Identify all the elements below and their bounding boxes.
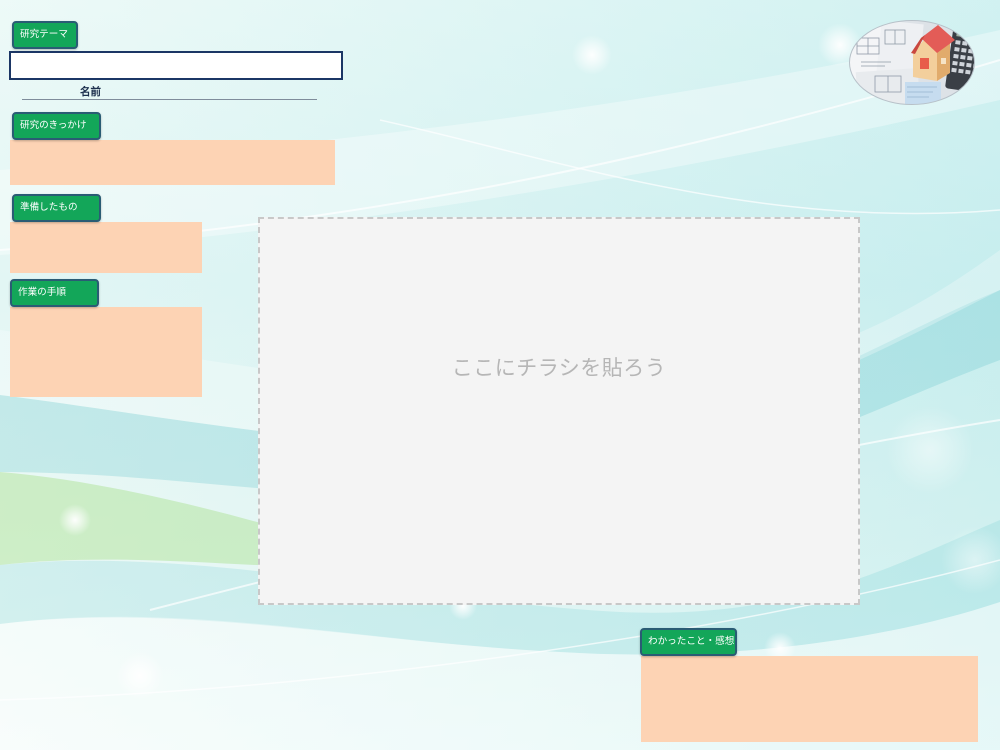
motivation-field[interactable] — [10, 140, 335, 185]
poster-canvas: 研究テーマ 名前 研究のきっかけ 準備したもの 作業の手順 ここにチラシを貼ろう… — [0, 0, 1000, 750]
motivation-label: 研究のきっかけ — [12, 112, 101, 140]
house-and-calculator-photo — [849, 20, 975, 105]
theme-input[interactable] — [9, 51, 343, 80]
flyer-placeholder-text: ここにチラシを貼ろう — [451, 356, 667, 380]
procedure-label: 作業の手順 — [10, 279, 99, 307]
name-field[interactable] — [22, 98, 317, 100]
materials-label: 準備したもの — [12, 194, 101, 222]
materials-field[interactable] — [10, 222, 202, 273]
flyer-dropzone[interactable]: ここにチラシを貼ろう — [258, 217, 860, 605]
findings-field[interactable] — [641, 656, 978, 742]
theme-label: 研究テーマ — [12, 21, 78, 49]
findings-label: わかったこと・感想 — [640, 628, 737, 656]
name-label: 名前 — [80, 86, 101, 98]
procedure-field[interactable] — [10, 307, 202, 397]
